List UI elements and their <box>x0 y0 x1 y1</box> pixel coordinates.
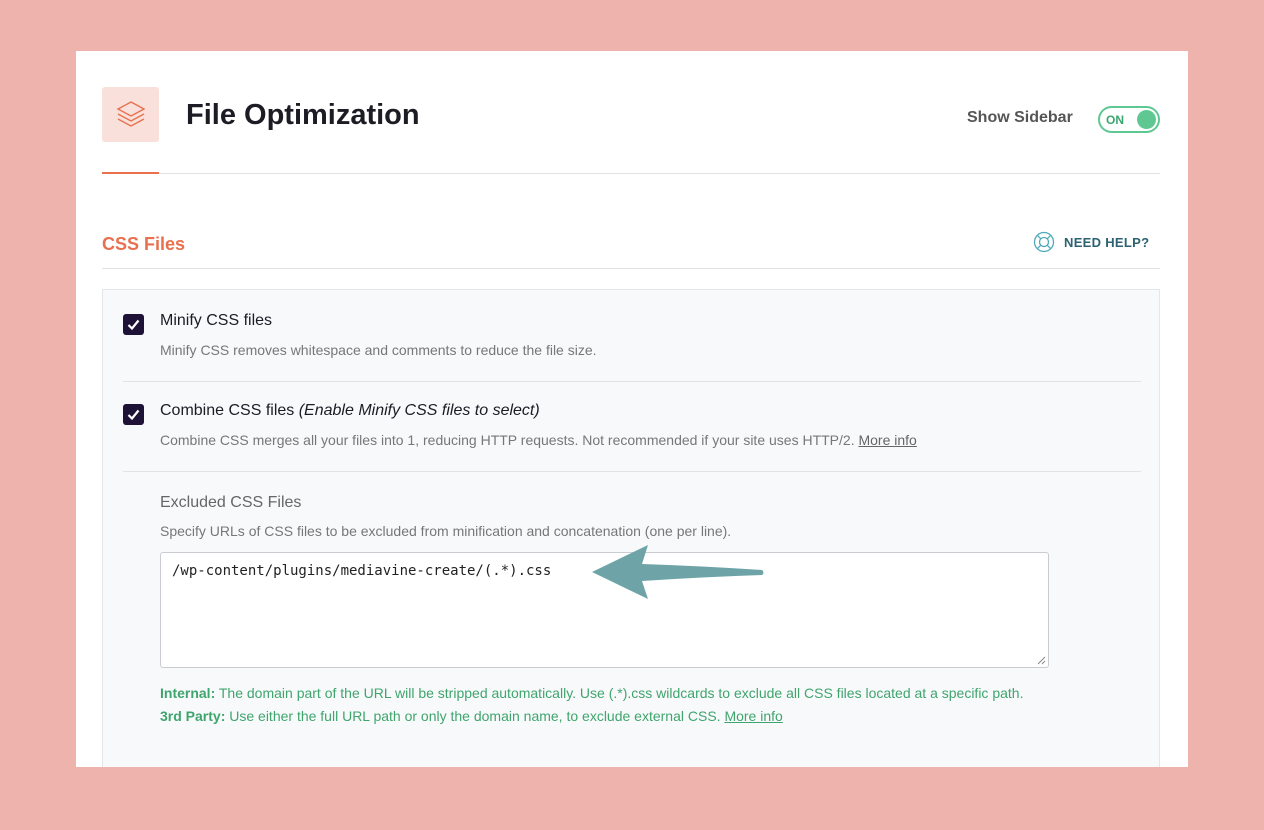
option-description-text: Combine CSS merges all your files into 1… <box>160 432 859 448</box>
more-info-link[interactable]: More info <box>724 708 782 724</box>
options-panel: Minify CSS files Minify CSS removes whit… <box>102 289 1160 767</box>
excluded-css-title: Excluded CSS Files <box>160 494 302 511</box>
section-title: CSS Files <box>102 234 186 254</box>
combine-css-checkbox[interactable] <box>123 404 144 425</box>
toggle-knob <box>1137 110 1156 129</box>
check-icon <box>127 319 140 330</box>
show-sidebar-toggle[interactable]: ON <box>1098 106 1160 133</box>
minify-css-checkbox[interactable] <box>123 314 144 335</box>
check-icon <box>127 409 140 420</box>
option-description: Minify CSS removes whitespace and commen… <box>160 342 597 358</box>
option-label-note: (Enable Minify CSS files to select) <box>298 402 540 419</box>
option-label: Minify CSS files <box>160 312 273 329</box>
divider <box>123 381 1141 382</box>
internal-text: The domain part of the URL will be strip… <box>215 685 1024 701</box>
lifebuoy-icon <box>1033 231 1055 253</box>
section-divider <box>102 268 1160 269</box>
need-help-button[interactable]: NEED HELP? <box>1033 231 1149 253</box>
textarea-value: /wp-content/plugins/mediavine-create/(.*… <box>172 563 552 579</box>
option-description: Combine CSS merges all your files into 1… <box>160 432 917 448</box>
page-title: File Optimization <box>186 99 420 131</box>
header-accent <box>102 172 159 174</box>
more-info-link[interactable]: More info <box>858 432 916 448</box>
settings-card: File Optimization Show Sidebar ON CSS Fi… <box>76 51 1188 767</box>
excluded-css-description: Specify URLs of CSS files to be excluded… <box>160 523 732 539</box>
resize-handle-icon[interactable] <box>1036 655 1046 665</box>
excluded-css-help: Internal: The domain part of the URL wil… <box>160 682 1060 728</box>
need-help-label: NEED HELP? <box>1064 234 1150 250</box>
toggle-state: ON <box>1106 113 1124 127</box>
annotation-arrow-icon <box>592 545 764 599</box>
show-sidebar-label: Show Sidebar <box>967 109 1073 126</box>
layers-icon <box>102 87 159 142</box>
third-party-text: Use either the full URL path or only the… <box>225 708 725 724</box>
header-divider <box>102 173 1160 174</box>
divider <box>123 471 1141 472</box>
third-party-label: 3rd Party: <box>160 708 226 724</box>
internal-label: Internal: <box>160 685 216 701</box>
option-label: Combine CSS files (Enable Minify CSS fil… <box>160 402 540 420</box>
option-label-text: Combine CSS files <box>160 402 299 419</box>
